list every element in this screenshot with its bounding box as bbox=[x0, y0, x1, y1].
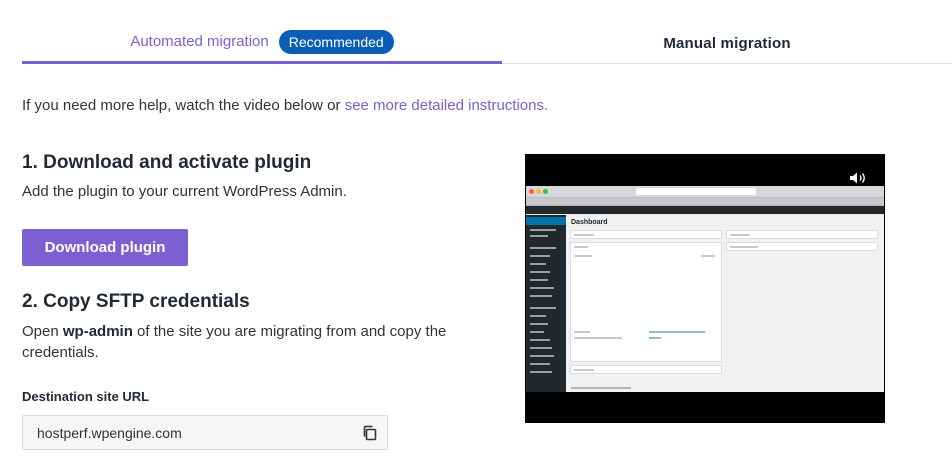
destination-url-field: hostperf.wpengine.com bbox=[22, 415, 388, 450]
video-wp-main: Dashboard bbox=[566, 215, 884, 392]
video-url-bar bbox=[636, 188, 756, 195]
help-text: If you need more help, watch the video b… bbox=[22, 97, 548, 114]
video-browser-bar bbox=[526, 186, 884, 198]
video-admin-bar bbox=[526, 206, 884, 214]
video-wp-footer bbox=[571, 387, 631, 389]
step2-text: Open wp-admin of the site you are migrat… bbox=[22, 321, 482, 363]
video-sidebar-item bbox=[530, 279, 548, 281]
recommended-badge: Recommended bbox=[278, 29, 394, 54]
destination-url-value: hostperf.wpengine.com bbox=[37, 424, 182, 441]
video-sidebar-item bbox=[530, 363, 550, 365]
help-text-prefix: If you need more help, watch the video b… bbox=[22, 97, 345, 114]
video-panel-line bbox=[574, 369, 594, 371]
video-panel bbox=[570, 365, 722, 374]
video-sidebar-item bbox=[530, 355, 554, 357]
step1-title: 1. Download and activate plugin bbox=[22, 152, 312, 173]
window-controls bbox=[529, 189, 548, 194]
video-frame: Dashboard bbox=[526, 186, 884, 392]
video-sidebar-item bbox=[530, 331, 544, 333]
video-sidebar-item bbox=[530, 255, 550, 257]
video-dashboard-title: Dashboard bbox=[571, 219, 608, 226]
video-wp-sidebar bbox=[526, 215, 566, 392]
video-sidebar-item bbox=[530, 371, 552, 373]
video-panel-line bbox=[649, 331, 705, 333]
step1-subtitle: Add the plugin to your current WordPress… bbox=[22, 183, 347, 200]
video-panel bbox=[726, 230, 878, 239]
video-sidebar-item bbox=[530, 323, 548, 325]
destination-url-label: Destination site URL bbox=[22, 389, 150, 404]
video-sidebar-item bbox=[530, 307, 556, 309]
video-panel-line bbox=[730, 246, 758, 248]
video-panel-line bbox=[574, 234, 594, 236]
video-wp-body: Dashboard bbox=[526, 215, 884, 392]
video-panel bbox=[726, 242, 878, 251]
video-sidebar-item bbox=[530, 287, 554, 289]
video-panel-line bbox=[730, 234, 750, 236]
step2-title: 2. Copy SFTP credentials bbox=[22, 291, 250, 312]
copy-icon[interactable] bbox=[361, 424, 379, 442]
video-sidebar-active-item bbox=[526, 217, 566, 225]
video-panel bbox=[570, 230, 722, 239]
tab-manual-migration[interactable]: Manual migration bbox=[502, 22, 952, 64]
video-browser-tabs bbox=[526, 198, 884, 206]
tab-automated-migration[interactable]: Automated migration Recommended bbox=[22, 22, 502, 64]
video-sidebar-item bbox=[530, 295, 552, 297]
tab-manual-label: Manual migration bbox=[663, 34, 791, 52]
step2-text-pre: Open bbox=[22, 323, 63, 340]
tutorial-video[interactable]: Dashboard bbox=[525, 154, 885, 423]
video-sidebar-item bbox=[530, 235, 548, 237]
detailed-instructions-link[interactable]: see more detailed instructions. bbox=[345, 97, 548, 114]
video-panel-line bbox=[574, 255, 592, 257]
video-sidebar-item bbox=[530, 229, 556, 231]
video-sidebar-item bbox=[530, 347, 552, 349]
volume-icon[interactable] bbox=[849, 171, 867, 185]
video-sidebar-item bbox=[530, 263, 546, 265]
video-panel bbox=[570, 242, 722, 362]
video-panel-line bbox=[574, 331, 590, 333]
video-sidebar-item bbox=[530, 315, 546, 317]
video-panel-line bbox=[574, 337, 622, 339]
video-sidebar-item bbox=[530, 271, 550, 273]
video-sidebar-item bbox=[530, 247, 556, 249]
migration-tabs: Automated migration Recommended Manual m… bbox=[22, 22, 952, 64]
video-panel-line bbox=[701, 255, 715, 257]
video-panel-line bbox=[649, 337, 661, 339]
tab-automated-label: Automated migration bbox=[130, 33, 269, 50]
step2-text-bold: wp-admin bbox=[62, 323, 133, 340]
download-plugin-button[interactable]: Download plugin bbox=[22, 229, 188, 266]
video-sidebar-item bbox=[530, 339, 550, 341]
video-panel-line bbox=[574, 246, 588, 248]
